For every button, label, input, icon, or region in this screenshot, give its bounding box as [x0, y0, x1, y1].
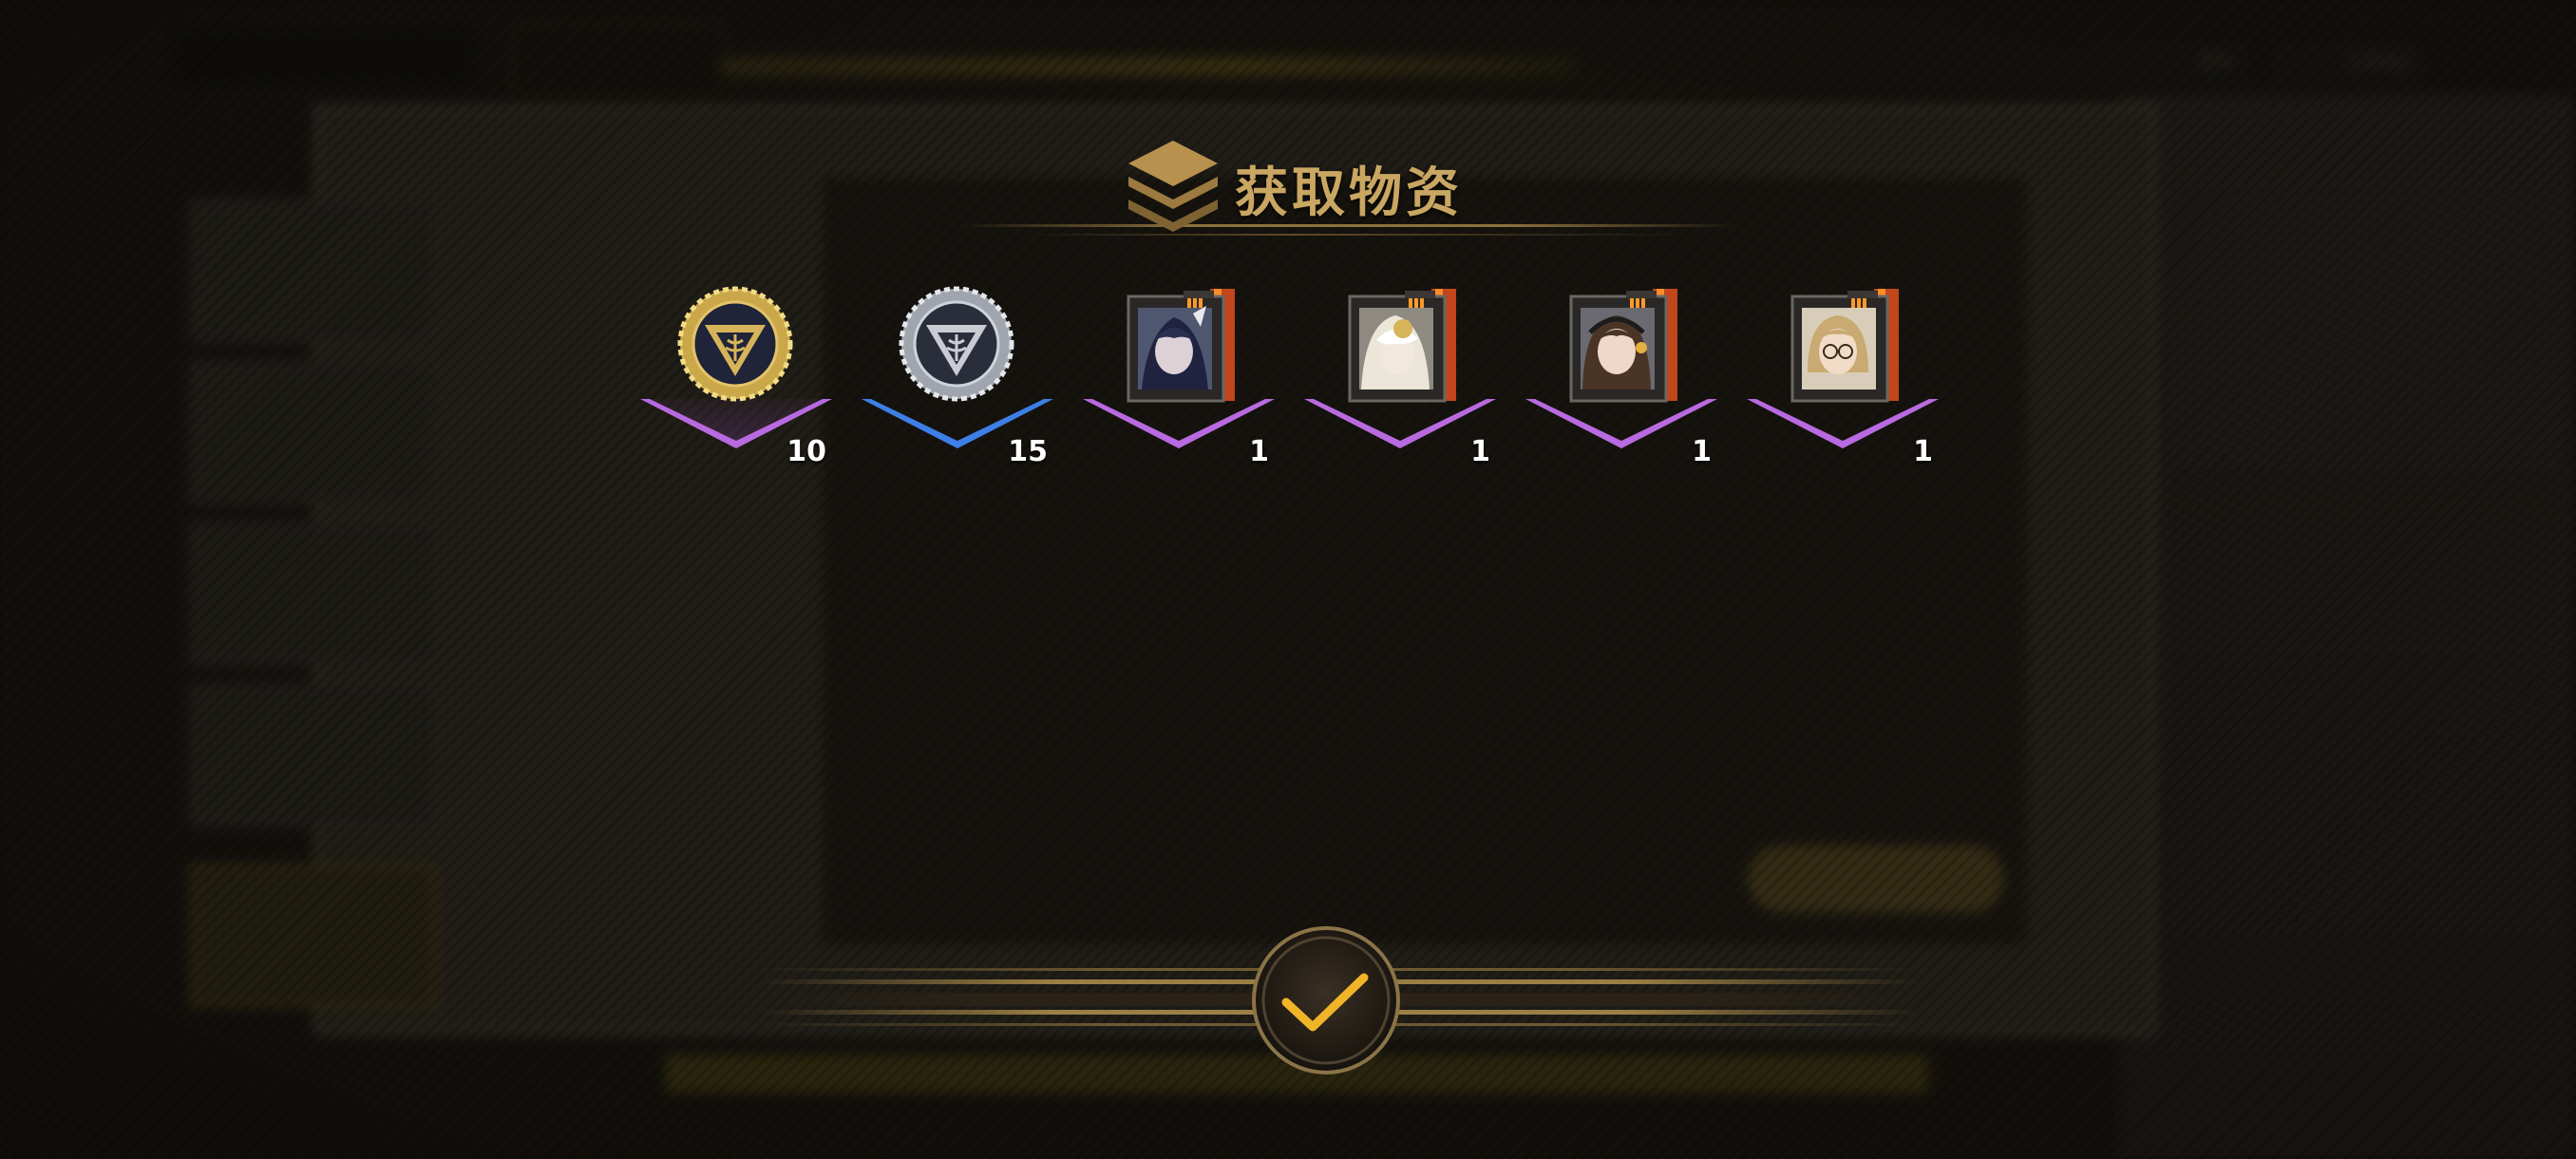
reward-item[interactable]: 1: [1079, 276, 1279, 484]
reward-item[interactable]: 10: [636, 276, 836, 484]
character-file-dark-hair-icon: [1127, 289, 1235, 403]
reward-quantity: 15: [1008, 435, 1048, 468]
reward-quantity: 1: [1692, 435, 1712, 468]
reward-quantity: 1: [1913, 435, 1933, 468]
reward-quantity: 10: [786, 435, 826, 468]
character-file-blonde-glasses-icon: [1790, 289, 1899, 403]
reward-item[interactable]: 1: [1743, 276, 1942, 484]
reward-item[interactable]: 15: [858, 276, 1057, 484]
dialog-header: 获取物资: [959, 133, 1966, 238]
gold-triangle-emblem-coin-icon: [677, 286, 793, 402]
reward-item[interactable]: 1: [1300, 276, 1500, 484]
dialog-title: 获取物资: [1235, 162, 1463, 224]
reward-quantity: 1: [1470, 435, 1490, 468]
checkmark-icon: [1252, 926, 1400, 1074]
reward-quantity: 1: [1249, 435, 1269, 468]
stacked-layers-icon: [1128, 141, 1218, 232]
reward-list: 10 15 1 1 1 1: [636, 276, 1966, 494]
silver-triangle-emblem-coin-icon: [899, 286, 1014, 402]
reward-item[interactable]: 1: [1522, 276, 1721, 484]
confirm-button[interactable]: [1244, 924, 1408, 1076]
character-file-brown-hair-headset-icon: [1569, 289, 1677, 403]
character-file-white-hair-mask-icon: [1348, 289, 1456, 403]
